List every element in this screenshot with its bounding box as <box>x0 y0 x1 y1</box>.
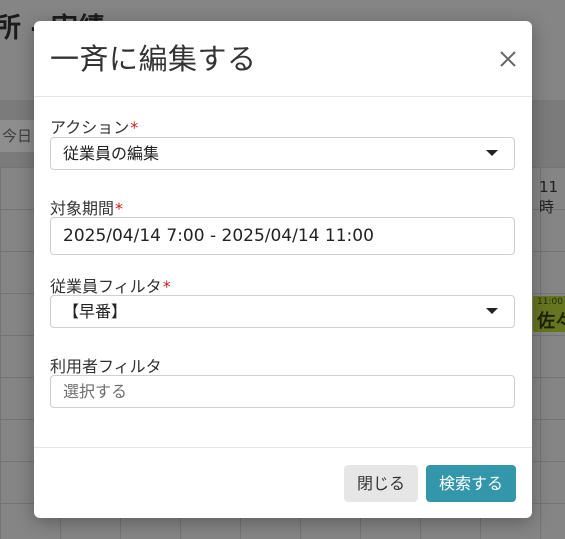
modal-footer: 閉じる 検索する <box>34 447 532 519</box>
bulk-edit-modal: 一斉に編集する アクション* 従業員の編集 対象期間* 2025/04/14 7… <box>34 21 532 518</box>
user-filter-label: 利用者フィルタ <box>50 357 162 376</box>
employee-filter-label: 従業員フィルタ* <box>50 277 171 296</box>
calendar-event: 11:00 佐々 <box>533 296 565 332</box>
period-input-value: 2025/04/14 7:00 - 2025/04/14 11:00 <box>63 226 374 246</box>
chevron-down-icon <box>486 150 498 156</box>
required-mark: * <box>130 118 139 137</box>
period-input[interactable]: 2025/04/14 7:00 - 2025/04/14 11:00 <box>50 217 515 255</box>
chevron-down-icon <box>486 308 498 314</box>
action-select[interactable]: 従業員の編集 <box>50 137 515 170</box>
employee-filter-value: 【早番】 <box>63 302 128 321</box>
user-filter-input[interactable]: 選択する <box>50 375 515 408</box>
hour-label: 11時 <box>539 178 559 216</box>
close-button[interactable]: 閉じる <box>344 465 418 502</box>
modal-title: 一斉に編集する <box>50 42 257 76</box>
required-mark: * <box>162 277 171 296</box>
search-button[interactable]: 検索する <box>426 465 516 502</box>
employee-filter-select[interactable]: 【早番】 <box>50 295 515 328</box>
action-label: アクション* <box>50 118 139 137</box>
event-name: 佐々 <box>537 311 565 332</box>
required-mark: * <box>115 199 124 218</box>
period-label: 対象期間* <box>50 199 124 218</box>
close-icon[interactable] <box>494 45 522 73</box>
action-select-value: 従業員の編集 <box>63 144 160 163</box>
event-time: 11:00 <box>537 297 563 307</box>
user-filter-placeholder: 選択する <box>63 382 128 401</box>
modal-header: 一斉に編集する <box>34 21 532 97</box>
